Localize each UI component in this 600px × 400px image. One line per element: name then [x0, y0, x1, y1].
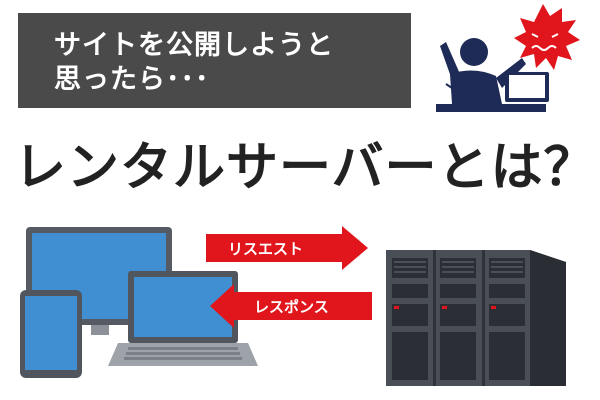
illustration [20, 4, 580, 386]
anger-burst-icon [514, 4, 580, 70]
tablet-icon [20, 290, 82, 378]
server-rack-icon [386, 250, 566, 386]
request-label: リスエスト [228, 240, 304, 258]
response-label: レスポンス [254, 298, 329, 316]
